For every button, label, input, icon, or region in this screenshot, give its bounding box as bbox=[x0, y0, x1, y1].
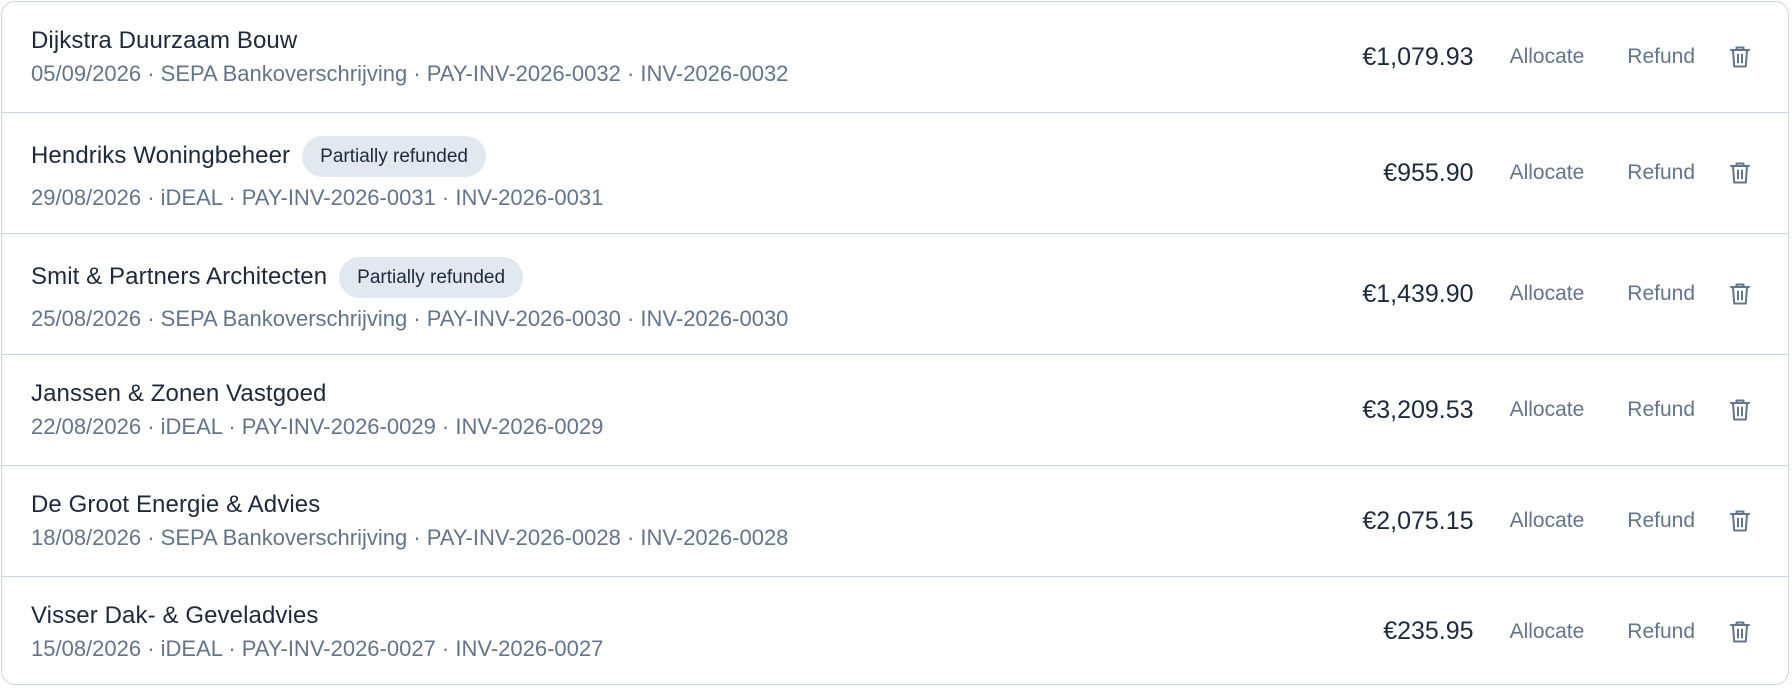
delete-button[interactable] bbox=[1728, 160, 1752, 186]
customer-name: Visser Dak- & Geveladvies bbox=[31, 601, 319, 629]
payment-meta: 05/09/2026 · SEPA Bankoverschrijving · P… bbox=[31, 61, 789, 86]
payment-name-line: Smit & Partners Architecten Partially re… bbox=[31, 256, 1274, 298]
payment-row: Dijkstra Duurzaam Bouw 05/09/2026 · SEPA… bbox=[2, 2, 1788, 113]
payment-amount: €3,209.53 bbox=[1362, 395, 1474, 424]
payment-meta: 18/08/2026 · SEPA Bankoverschrijving · P… bbox=[31, 525, 789, 550]
payment-amount: €1,439.90 bbox=[1362, 279, 1474, 308]
delete-button[interactable] bbox=[1728, 44, 1752, 70]
payment-amount: €2,075.15 bbox=[1362, 506, 1474, 535]
payment-meta: 22/08/2026 · iDEAL · PAY-INV-2026-0029 ·… bbox=[31, 414, 604, 439]
trash-icon bbox=[1729, 398, 1751, 422]
allocate-button[interactable]: Allocate bbox=[1510, 620, 1585, 644]
payment-info: Hendriks Woningbeheer Partially refunded… bbox=[31, 135, 1274, 211]
refund-button[interactable]: Refund bbox=[1627, 398, 1695, 422]
payment-row: De Groot Energie & Advies 18/08/2026 · S… bbox=[2, 466, 1788, 577]
payment-name-line: Visser Dak- & Geveladvies bbox=[31, 602, 1274, 630]
allocate-button[interactable]: Allocate bbox=[1510, 509, 1585, 533]
trash-icon bbox=[1729, 161, 1751, 185]
trash-icon bbox=[1729, 620, 1751, 644]
customer-name: De Groot Energie & Advies bbox=[31, 491, 321, 518]
payments-list: Dijkstra Duurzaam Bouw 05/09/2026 · SEPA… bbox=[1, 1, 1789, 685]
customer-name: Dijkstra Duurzaam Bouw bbox=[31, 27, 298, 54]
delete-button[interactable] bbox=[1728, 619, 1752, 645]
trash-icon bbox=[1729, 45, 1751, 69]
status-badge: Partially refunded bbox=[302, 135, 487, 177]
payment-info: Dijkstra Duurzaam Bouw 05/09/2026 · SEPA… bbox=[31, 27, 1274, 87]
delete-button[interactable] bbox=[1728, 508, 1752, 534]
payment-meta: 29/08/2026 · iDEAL · PAY-INV-2026-0031 ·… bbox=[31, 184, 604, 210]
payment-amount: €1,079.93 bbox=[1362, 42, 1474, 71]
payment-name-line: De Groot Energie & Advies bbox=[31, 491, 1274, 519]
trash-icon bbox=[1729, 509, 1751, 533]
payment-row: Smit & Partners Architecten Partially re… bbox=[2, 234, 1788, 355]
payment-info: Janssen & Zonen Vastgoed 22/08/2026 · iD… bbox=[31, 380, 1274, 440]
customer-name: Smit & Partners Architecten bbox=[31, 263, 328, 290]
refund-button[interactable]: Refund bbox=[1627, 620, 1695, 644]
payment-name-line: Hendriks Woningbeheer Partially refunded bbox=[31, 135, 1274, 177]
payment-meta: 25/08/2026 · SEPA Bankoverschrijving · P… bbox=[31, 305, 789, 331]
customer-name: Hendriks Woningbeheer bbox=[31, 142, 291, 169]
refund-button[interactable]: Refund bbox=[1627, 161, 1695, 185]
refund-button[interactable]: Refund bbox=[1627, 282, 1695, 306]
payment-row: Janssen & Zonen Vastgoed 22/08/2026 · iD… bbox=[2, 355, 1788, 466]
refund-button[interactable]: Refund bbox=[1627, 509, 1695, 533]
payment-amount: €235.95 bbox=[1383, 617, 1474, 645]
delete-button[interactable] bbox=[1728, 281, 1752, 307]
allocate-button[interactable]: Allocate bbox=[1510, 398, 1585, 422]
payment-amount: €955.90 bbox=[1383, 158, 1474, 187]
payment-info: Visser Dak- & Geveladvies 15/08/2026 · i… bbox=[31, 602, 1274, 662]
payment-info: Smit & Partners Architecten Partially re… bbox=[31, 256, 1274, 332]
status-badge: Partially refunded bbox=[339, 256, 524, 298]
payment-meta: 15/08/2026 · iDEAL · PAY-INV-2026-0027 ·… bbox=[31, 635, 604, 661]
payment-row: Hendriks Woningbeheer Partially refunded… bbox=[2, 113, 1788, 234]
allocate-button[interactable]: Allocate bbox=[1510, 161, 1585, 185]
delete-button[interactable] bbox=[1728, 397, 1752, 423]
customer-name: Janssen & Zonen Vastgoed bbox=[31, 380, 327, 407]
trash-icon bbox=[1729, 282, 1751, 306]
payment-row: Visser Dak- & Geveladvies 15/08/2026 · i… bbox=[2, 577, 1788, 684]
payment-info: De Groot Energie & Advies 18/08/2026 · S… bbox=[31, 491, 1274, 551]
allocate-button[interactable]: Allocate bbox=[1510, 282, 1585, 306]
refund-button[interactable]: Refund bbox=[1627, 45, 1695, 69]
payment-name-line: Janssen & Zonen Vastgoed bbox=[31, 380, 1274, 408]
allocate-button[interactable]: Allocate bbox=[1510, 45, 1585, 69]
payment-name-line: Dijkstra Duurzaam Bouw bbox=[31, 27, 1274, 55]
